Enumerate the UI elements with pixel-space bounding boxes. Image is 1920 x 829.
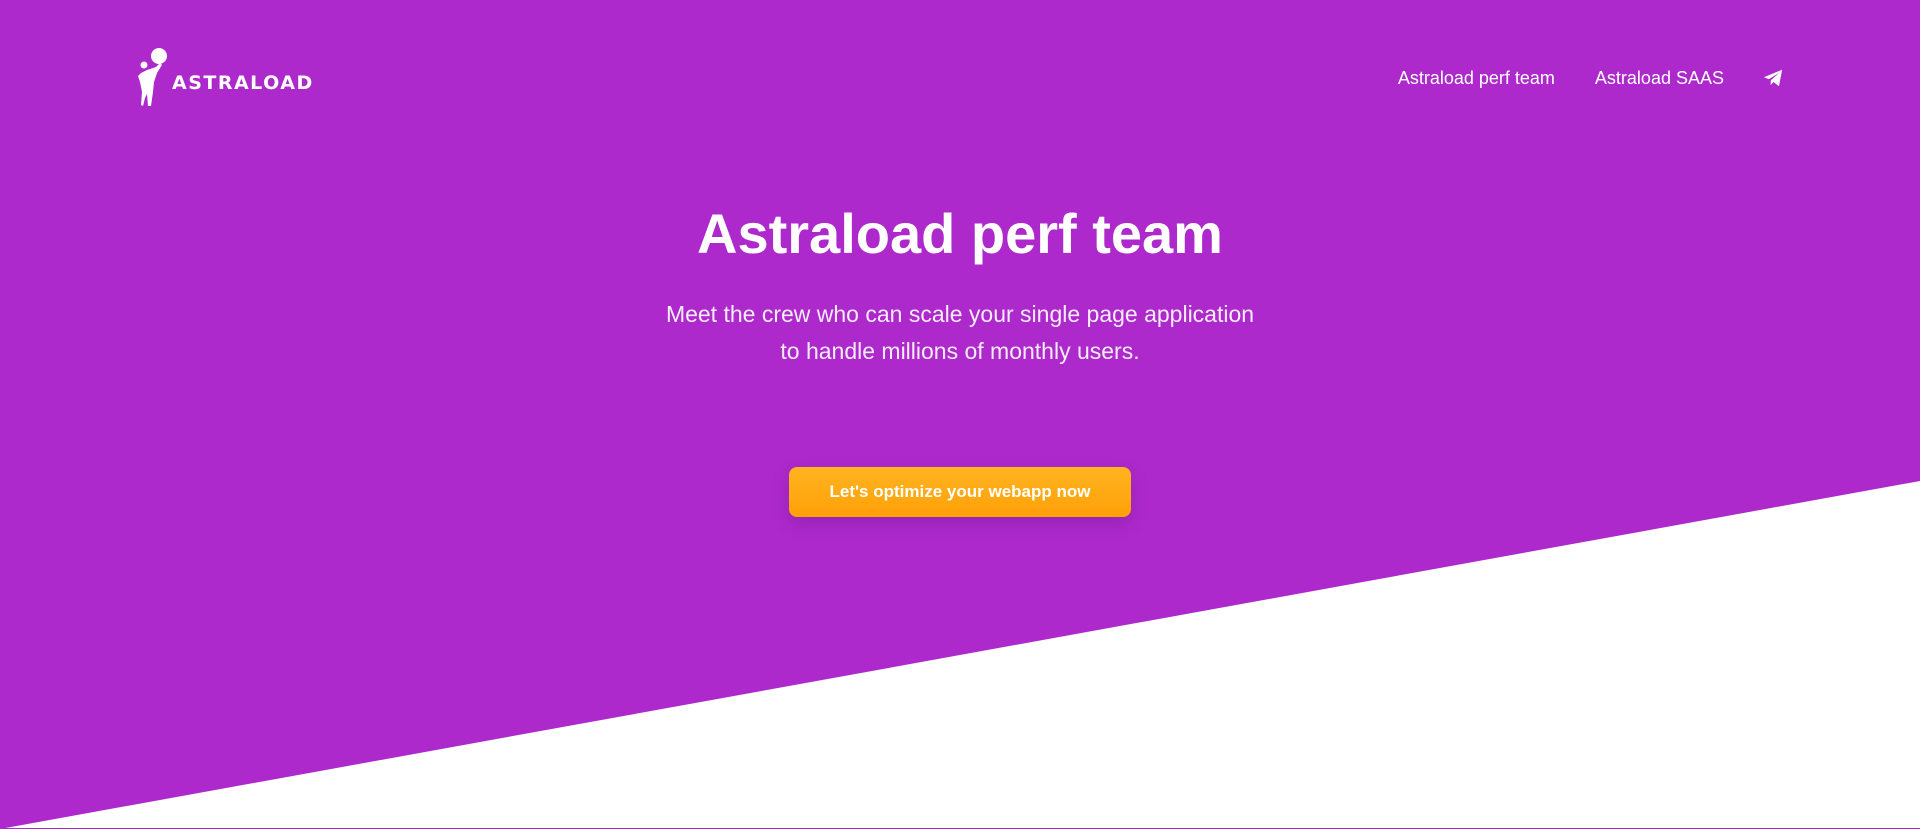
hero-subtitle: Meet the crew who can scale your single …	[580, 296, 1340, 370]
hero-title: Astraload perf team	[697, 202, 1223, 265]
top-navigation: ASTRALOAD Astraload perf team Astraload …	[0, 0, 1920, 160]
astronaut-logo-icon	[138, 48, 167, 106]
brand-name: ASTRALOAD	[172, 72, 314, 94]
hero-content: Astraload perf team Meet the crew who ca…	[0, 198, 1920, 370]
logo-link[interactable]: ASTRALOAD	[134, 46, 314, 108]
nav-link-perf-team[interactable]: Astraload perf team	[1398, 62, 1555, 94]
nav-link-saas[interactable]: Astraload SAAS	[1595, 62, 1724, 94]
paper-plane-icon[interactable]	[1762, 67, 1784, 89]
nav-links: Astraload perf team Astraload SAAS	[1398, 62, 1784, 94]
hero-subtitle-line-1: Meet the crew who can scale your single …	[665, 301, 1255, 327]
hero-section: ASTRALOAD Astraload perf team Astraload …	[0, 0, 1920, 829]
hero-subtitle-line-2: to handle millions of monthly users.	[780, 338, 1140, 364]
optimize-webapp-button[interactable]: Let's optimize your webapp now	[789, 467, 1131, 517]
